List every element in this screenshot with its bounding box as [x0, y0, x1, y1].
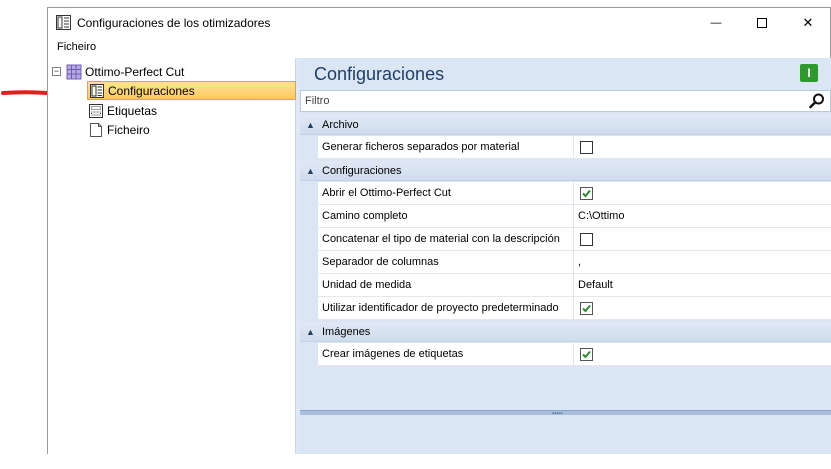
checkmark-icon — [582, 304, 591, 313]
title-bar: Configuraciones de los otimizadores — ✕ — [48, 8, 830, 38]
column-divider — [573, 136, 574, 159]
section-imagenes[interactable]: ▲ Imágenes — [300, 322, 831, 342]
property-name: Unidad de medida — [322, 279, 412, 291]
section-label: Archivo — [322, 119, 359, 131]
label-sheet-icon — [89, 103, 103, 118]
checkbox-abrir-ottimo[interactable] — [580, 187, 593, 200]
close-icon: ✕ — [802, 15, 814, 30]
tree-root-label: Ottimo-Perfect Cut — [85, 64, 185, 79]
checkbox-crear-imagenes[interactable] — [580, 348, 593, 361]
property-name: Utilizar identificador de proyecto prede… — [322, 302, 559, 314]
checkbox-identificador-proyecto[interactable] — [580, 302, 593, 315]
collapse-caret-icon[interactable]: ▲ — [306, 327, 315, 337]
collapse-caret-icon[interactable]: ▲ — [306, 166, 315, 176]
maximize-icon — [757, 18, 767, 28]
info-icon: I — [807, 66, 811, 80]
grid-table-icon — [66, 64, 82, 79]
property-value[interactable]: Default — [578, 279, 613, 291]
section-configuraciones[interactable]: ▲ Configuraciones — [300, 161, 831, 181]
window-title: Configuraciones de los otimizadores — [77, 16, 271, 30]
section-archivo[interactable]: ▲ Archivo — [300, 115, 831, 135]
filter-box — [300, 90, 831, 112]
tree-item-etiquetas[interactable]: Etiquetas — [88, 101, 157, 120]
minimize-icon: — — [710, 17, 722, 29]
property-row[interactable]: Abrir el Ottimo-Perfect Cut — [318, 182, 831, 205]
collapse-caret-icon[interactable]: ▲ — [306, 120, 315, 130]
minimize-button[interactable]: — — [693, 8, 739, 38]
column-divider — [573, 297, 574, 320]
column-divider — [573, 251, 574, 274]
tree-item-label: Configuraciones — [108, 83, 195, 98]
properties-pane: Configuraciones I ▲ Archivo Generar fich… — [300, 58, 831, 454]
checkbox-concatenar-tipo[interactable] — [580, 233, 593, 246]
checkbox-generar-ficheros[interactable] — [580, 141, 593, 154]
column-divider — [573, 228, 574, 251]
description-area — [300, 415, 831, 454]
property-name: Camino completo — [322, 210, 408, 222]
property-name: Separador de columnas — [322, 256, 439, 268]
column-divider — [573, 343, 574, 366]
file-icon — [90, 122, 102, 137]
info-button[interactable]: I — [800, 64, 818, 82]
property-row[interactable]: Utilizar identificador de proyecto prede… — [318, 297, 831, 320]
filter-input[interactable] — [305, 93, 795, 109]
menu-bar: Ficheiro — [48, 38, 830, 58]
property-name: Abrir el Ottimo-Perfect Cut — [322, 187, 451, 199]
app-icon — [56, 15, 71, 30]
close-button[interactable]: ✕ — [785, 8, 831, 38]
menu-ficheiro[interactable]: Ficheiro — [57, 41, 96, 53]
property-row[interactable]: Generar ficheros separados por material — [318, 136, 831, 159]
tree-item-label: Etiquetas — [107, 103, 158, 118]
tree-item-ficheiro[interactable]: Ficheiro — [88, 120, 150, 139]
property-row[interactable]: Unidad de medida Default — [318, 274, 831, 297]
search-icon[interactable] — [809, 93, 825, 109]
property-name: Concatenar el tipo de material con la de… — [322, 233, 560, 245]
tree-item-label: Ficheiro — [107, 122, 150, 137]
panel-title: Configuraciones — [314, 64, 445, 84]
property-value[interactable]: , — [578, 256, 581, 268]
section-label: Configuraciones — [322, 165, 402, 177]
tree-item-configuraciones[interactable]: Configuraciones — [87, 81, 296, 100]
property-row[interactable]: Crear imágenes de etiquetas — [318, 343, 831, 366]
tree-root-ottimo[interactable]: − Ottimo-Perfect Cut — [52, 62, 184, 81]
checkmark-icon — [582, 189, 591, 198]
section-label: Imágenes — [322, 326, 371, 338]
tree-pane: − Ottimo-Perfect Cut Configuraciones Eti… — [48, 58, 299, 454]
property-row[interactable]: Concatenar el tipo de material con la de… — [318, 228, 831, 251]
property-row[interactable]: Separador de columnas , — [318, 251, 831, 274]
column-divider — [573, 182, 574, 205]
column-divider — [573, 205, 574, 228]
property-value[interactable]: C:\Ottimo — [578, 210, 624, 222]
column-divider — [573, 274, 574, 297]
maximize-button[interactable] — [739, 8, 785, 38]
window: Configuraciones de los otimizadores — ✕ … — [47, 7, 831, 454]
collapse-toggle-icon[interactable]: − — [52, 67, 61, 76]
property-name: Generar ficheros separados por material — [322, 141, 520, 153]
property-row[interactable]: Camino completo C:\Ottimo — [318, 205, 831, 228]
config-sheet-icon — [90, 83, 104, 98]
checkmark-icon — [582, 350, 591, 359]
property-name: Crear imágenes de etiquetas — [322, 348, 464, 360]
